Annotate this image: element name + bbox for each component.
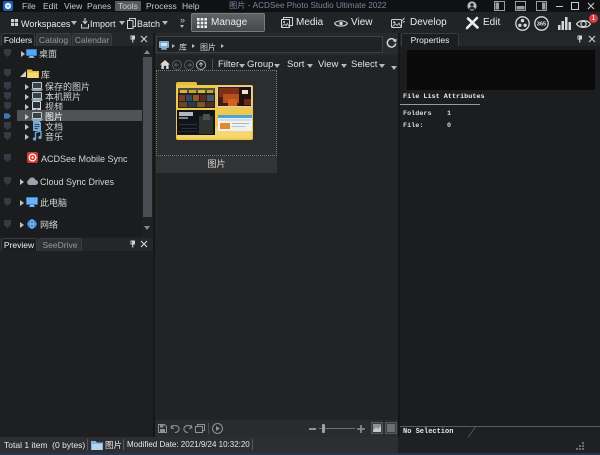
svg-text:365: 365 [537, 22, 546, 28]
